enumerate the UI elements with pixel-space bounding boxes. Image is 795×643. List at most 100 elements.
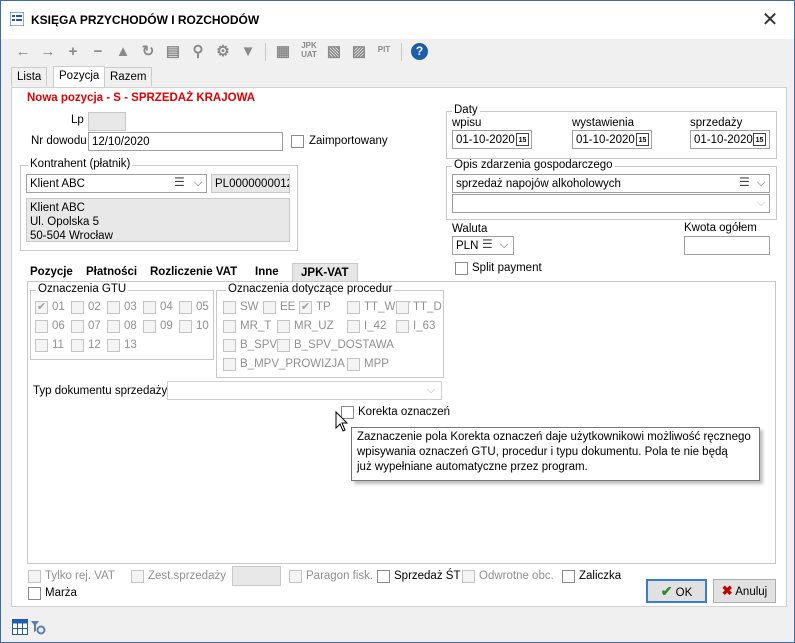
document-icon[interactable]: ▦ [273, 42, 293, 62]
sprzedaz-st-checkbox[interactable] [377, 570, 390, 583]
procedura-checkbox[interactable] [347, 358, 360, 371]
list-icon[interactable]: ☰ [739, 174, 750, 191]
procedura-checkbox[interactable] [396, 320, 409, 333]
procedura-label: TT_D [413, 301, 442, 313]
arrow-left-icon[interactable]: ← [13, 42, 33, 62]
cancel-label: Anuluj [735, 586, 768, 598]
procedura-checkbox[interactable]: ✔ [299, 301, 312, 314]
procedura-checkbox[interactable] [263, 301, 276, 314]
procedura-checkbox[interactable] [223, 320, 236, 333]
tab-jpk-vat[interactable]: JPK-VAT [292, 263, 358, 282]
gtu-checkbox[interactable] [179, 320, 192, 333]
tab-lista[interactable]: Lista [11, 67, 48, 86]
print-icon[interactable]: ▤ [163, 42, 183, 62]
gtu-checkbox[interactable]: ✔ [35, 301, 48, 314]
tooltip: Zaznaczenie pola Korekta oznaczeń daje u… [351, 427, 760, 481]
procedura-checkbox[interactable] [277, 320, 290, 333]
zaimportowany-checkbox[interactable] [291, 135, 304, 148]
procedura-label: MR_UZ [294, 320, 334, 332]
chevron-down-icon[interactable]: ⌵ [753, 175, 769, 192]
procedury-group-title: Oznaczenia dotyczące procedur [226, 283, 395, 295]
kwota-input[interactable] [684, 236, 770, 255]
gtu-label: 05 [196, 301, 209, 313]
list-icon[interactable]: ☰ [482, 236, 493, 253]
arrow-right-icon[interactable]: → [38, 42, 58, 62]
list-icon[interactable]: ☰ [174, 174, 185, 191]
gtu-checkbox[interactable] [179, 301, 192, 314]
tab-inne[interactable]: Inne [252, 263, 282, 281]
warning-icon[interactable]: ▲ [113, 42, 133, 62]
help-icon[interactable]: ? [411, 43, 428, 60]
gtu-checkbox[interactable] [143, 320, 156, 333]
settings-icon[interactable] [30, 619, 46, 635]
gtu-label: 01 [52, 301, 65, 313]
tab-label: Pozycje [30, 266, 73, 278]
close-icon: ✖ [721, 583, 733, 598]
procedura-checkbox[interactable] [223, 339, 236, 352]
calendar-icon[interactable]: 15 [753, 133, 766, 146]
tab-razem[interactable]: Razem [104, 67, 153, 86]
chevron-down-icon[interactable]: ⌵ [496, 237, 512, 254]
split-payment-checkbox[interactable] [455, 262, 468, 275]
procedura-label: EE [280, 301, 296, 313]
jpk-uat-icon[interactable]: JPK UAT [299, 41, 319, 61]
plus-icon[interactable]: + [63, 42, 83, 62]
nr-dowodu-input[interactable]: 12/10/2020 [88, 132, 283, 151]
gtu-label: 04 [160, 301, 173, 313]
procedura-checkbox[interactable] [347, 301, 360, 314]
gtu-checkbox[interactable] [35, 339, 48, 352]
calendar-icon[interactable]: 15 [636, 133, 649, 146]
export-icon[interactable]: ▧ [324, 42, 344, 62]
tylko-rej-vat-checkbox[interactable] [28, 570, 41, 583]
opis-extra-input[interactable] [452, 194, 770, 213]
procedura-checkbox[interactable] [223, 358, 236, 371]
paragon-fisk-checkbox[interactable] [289, 570, 302, 583]
gtu-checkbox[interactable] [71, 339, 84, 352]
gtu-label: 13 [124, 339, 137, 351]
gtu-checkbox[interactable] [71, 301, 84, 314]
procedura-checkbox[interactable] [347, 320, 360, 333]
chevron-down-icon: ⌵ [756, 197, 766, 209]
gtu-checkbox[interactable] [71, 320, 84, 333]
tab-rozliczenie-vat[interactable]: Rozliczenie VAT [147, 263, 240, 281]
pit-icon[interactable]: PIT [374, 45, 394, 65]
opis-group-title: Opis zdarzenia gospodarczego [452, 159, 615, 171]
import-icon[interactable]: ▨ [349, 42, 369, 62]
tooltip-line: już wypełniane automatyczne przez progra… [357, 461, 588, 473]
refresh-icon[interactable]: ↻ [138, 42, 158, 62]
chevron-down-icon[interactable]: ⌵ [190, 175, 206, 192]
gtu-checkbox[interactable] [107, 339, 120, 352]
procedura-checkbox[interactable] [277, 339, 290, 352]
gtu-checkbox[interactable] [107, 301, 120, 314]
gtu-checkbox[interactable] [107, 320, 120, 333]
zaliczka-checkbox[interactable] [562, 570, 575, 583]
toolbar: ← → + − ▲ ↻ ▤ ⚲ ⚙ ▼ ▦ JPK UAT ▧ ▨ PIT ? [1, 39, 794, 67]
close-icon[interactable]: ✕ [757, 7, 783, 33]
marza-checkbox[interactable] [28, 587, 41, 600]
minus-icon[interactable]: − [88, 42, 108, 62]
zoom-icon[interactable]: ⚲ [188, 42, 208, 62]
procedura-checkbox[interactable] [223, 301, 236, 314]
procedura-checkbox[interactable] [396, 301, 409, 314]
zest-sprzedazy-checkbox[interactable] [131, 570, 144, 583]
gear-icon[interactable]: ⚙ [213, 42, 233, 62]
opis-input[interactable]: sprzedaż napojów alkoholowych [452, 174, 770, 193]
check-icon: ✔ [660, 583, 673, 599]
filter-icon[interactable]: ▼ [238, 42, 258, 62]
gtu-checkbox[interactable] [35, 320, 48, 333]
procedura-label: MR_T [240, 320, 272, 332]
procedura-label: MPP [364, 358, 389, 370]
zest-sprzedazy-label: Zest.sprzedaży [148, 570, 226, 582]
gtu-checkbox[interactable] [143, 301, 156, 314]
odwrotne-obc-checkbox[interactable] [462, 570, 475, 583]
tab-pozycje[interactable]: Pozycje [27, 263, 76, 281]
main-window: KSIĘGA PRZYCHODÓW I ROZCHODÓW ✕ ← → + − … [0, 0, 795, 643]
calendar-icon[interactable]: 15 [516, 133, 529, 146]
grid-icon[interactable] [12, 619, 28, 635]
zest-sprzedazy-field [232, 566, 281, 586]
procedura-label: SW [240, 301, 259, 313]
tab-pozycja[interactable]: Pozycja [53, 66, 106, 87]
tab-platnosci[interactable]: Płatności [83, 263, 140, 281]
ok-button[interactable]: ✔ OK [646, 579, 707, 603]
cancel-button[interactable]: ✖ Anuluj [713, 579, 776, 603]
